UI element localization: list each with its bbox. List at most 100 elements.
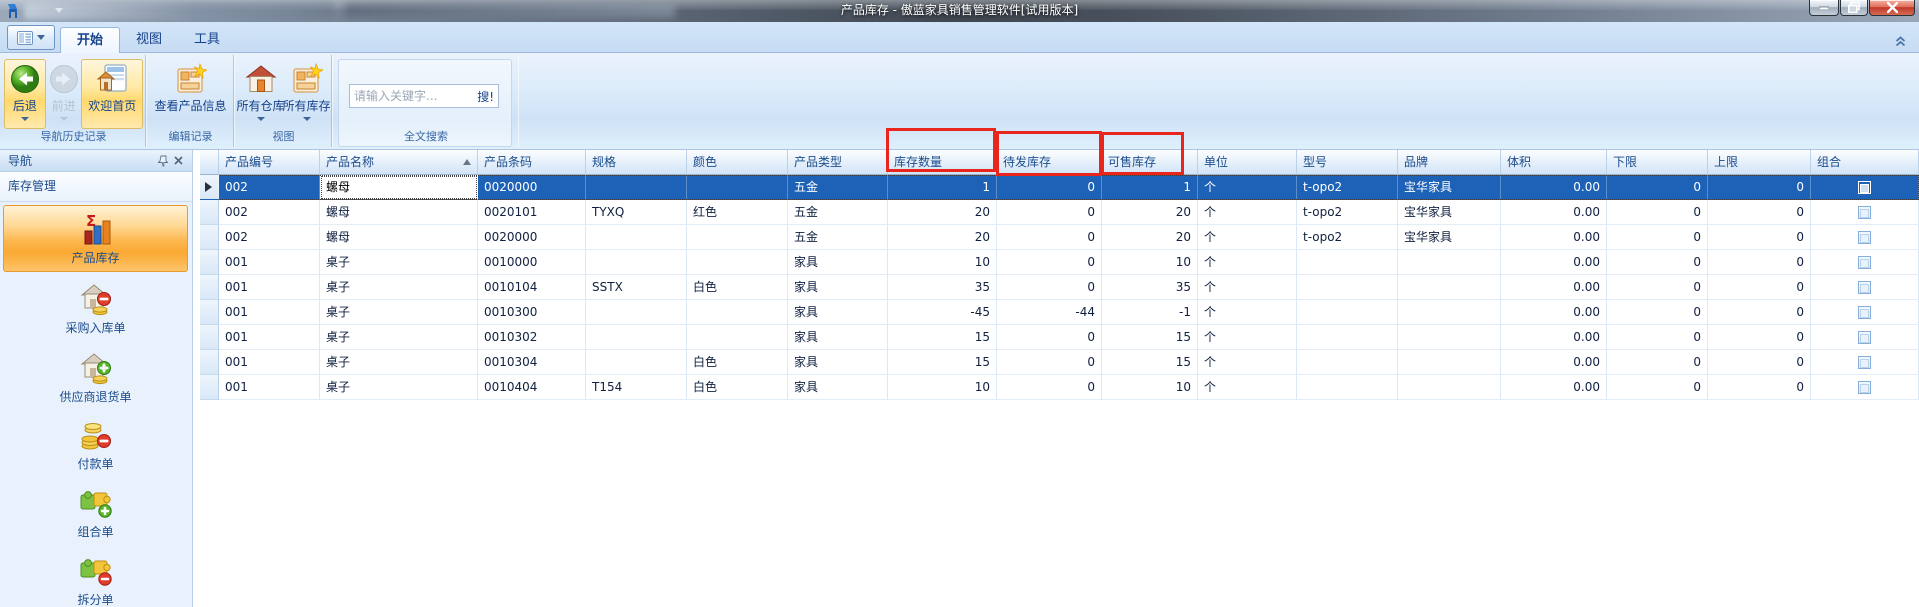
table-cell[interactable]: 家具 — [788, 250, 888, 275]
combo-checkbox[interactable] — [1858, 356, 1871, 369]
search-input[interactable] — [350, 89, 473, 103]
column-header-2[interactable]: 产品名称 — [320, 150, 478, 175]
sidebar-item-payment[interactable]: 付款单 — [3, 412, 188, 479]
table-cell[interactable]: 0.00 — [1501, 225, 1607, 250]
table-cell[interactable]: 35 — [888, 275, 997, 300]
table-cell[interactable] — [1297, 300, 1398, 325]
tab-tools[interactable]: 工具 — [178, 27, 236, 53]
column-header-16[interactable]: 组合 — [1811, 150, 1919, 175]
table-cell[interactable]: 宝华家具 — [1398, 200, 1501, 225]
table-cell[interactable] — [586, 325, 687, 350]
table-cell[interactable] — [1297, 375, 1398, 400]
table-cell[interactable]: t-opo2 — [1297, 225, 1398, 250]
table-cell[interactable]: 螺母 — [320, 225, 478, 250]
table-cell[interactable]: 0.00 — [1501, 300, 1607, 325]
table-cell[interactable]: 0020101 — [478, 200, 586, 225]
table-cell[interactable]: -1 — [1102, 300, 1198, 325]
table-cell[interactable]: 个 — [1198, 375, 1297, 400]
table-cell[interactable]: 001 — [219, 275, 320, 300]
sidebar-item-product-stock[interactable]: Σ 产品库存 — [3, 205, 188, 272]
table-cell[interactable]: 0.00 — [1501, 350, 1607, 375]
table-cell[interactable]: 0 — [997, 325, 1102, 350]
tab-view[interactable]: 视图 — [120, 27, 178, 53]
table-cell[interactable]: t-opo2 — [1297, 175, 1398, 200]
table-cell[interactable]: 桌子 — [320, 250, 478, 275]
table-cell[interactable]: 个 — [1198, 200, 1297, 225]
table-cell[interactable]: 002 — [219, 225, 320, 250]
table-cell[interactable]: 家具 — [788, 275, 888, 300]
table-cell[interactable]: 个 — [1198, 300, 1297, 325]
table-cell[interactable]: 15 — [1102, 325, 1198, 350]
table-cell[interactable] — [1398, 350, 1501, 375]
table-cell[interactable] — [687, 175, 788, 200]
column-header-14[interactable]: 下限 — [1607, 150, 1708, 175]
table-cell[interactable]: 0 — [1607, 375, 1708, 400]
table-cell[interactable]: 白色 — [687, 375, 788, 400]
table-cell[interactable]: 个 — [1198, 225, 1297, 250]
table-cell[interactable]: 桌子 — [320, 350, 478, 375]
table-cell[interactable]: 0 — [1708, 300, 1811, 325]
table-cell[interactable]: 0 — [1708, 375, 1811, 400]
sidebar-section-inventory-management[interactable]: 库存管理 — [0, 172, 192, 202]
table-cell[interactable]: 个 — [1198, 325, 1297, 350]
welcome-home-button[interactable]: 欢迎首页 — [81, 59, 143, 129]
table-cell[interactable]: 1 — [1102, 175, 1198, 200]
table-row[interactable]: 001桌子0010000家具10010个0.0000 — [200, 250, 1919, 275]
column-header-5[interactable]: 颜色 — [687, 150, 788, 175]
combo-checkbox[interactable] — [1858, 306, 1871, 319]
table-cell[interactable]: 002 — [219, 200, 320, 225]
table-cell[interactable]: 001 — [219, 300, 320, 325]
back-button[interactable]: 后退 — [4, 59, 46, 129]
table-cell[interactable]: 0.00 — [1501, 250, 1607, 275]
table-cell[interactable]: 0 — [1708, 225, 1811, 250]
table-cell[interactable]: 0 — [1607, 225, 1708, 250]
table-cell[interactable]: 桌子 — [320, 325, 478, 350]
table-row[interactable]: 001桌子0010104SSTX白色家具35035个0.0000 — [200, 275, 1919, 300]
table-cell[interactable]: 10 — [1102, 375, 1198, 400]
column-header-9[interactable]: 可售库存 — [1102, 150, 1198, 175]
table-cell[interactable]: 15 — [888, 350, 997, 375]
table-cell[interactable]: 0 — [1607, 350, 1708, 375]
table-cell[interactable]: 螺母 — [320, 175, 478, 200]
table-cell[interactable] — [586, 300, 687, 325]
table-cell[interactable]: 0.00 — [1501, 275, 1607, 300]
table-cell[interactable]: 0 — [1708, 350, 1811, 375]
table-cell[interactable]: 桌子 — [320, 375, 478, 400]
table-cell[interactable]: T154 — [586, 375, 687, 400]
table-cell[interactable]: 0 — [1607, 175, 1708, 200]
sidebar-item-combine-order[interactable]: 组合单 — [3, 480, 188, 547]
table-cell[interactable]: 0 — [1607, 325, 1708, 350]
search-go-button[interactable]: 搜! — [473, 88, 498, 105]
combo-checkbox[interactable] — [1858, 331, 1871, 344]
column-header-6[interactable]: 产品类型 — [788, 150, 888, 175]
column-header-15[interactable]: 上限 — [1708, 150, 1811, 175]
table-cell[interactable]: 0 — [997, 200, 1102, 225]
table-cell[interactable]: 个 — [1198, 250, 1297, 275]
minimize-button[interactable] — [1809, 0, 1839, 16]
table-cell[interactable]: TYXQ — [586, 200, 687, 225]
table-cell[interactable]: 家具 — [788, 375, 888, 400]
table-cell[interactable]: 0010000 — [478, 250, 586, 275]
table-cell[interactable]: 0.00 — [1501, 375, 1607, 400]
table-row[interactable]: 001桌子0010304白色家具15015个0.0000 — [200, 350, 1919, 375]
table-cell[interactable] — [586, 250, 687, 275]
table-cell[interactable]: 宝华家具 — [1398, 175, 1501, 200]
table-cell[interactable]: 10 — [1102, 250, 1198, 275]
combo-checkbox[interactable] — [1858, 231, 1871, 244]
table-cell[interactable]: 0020000 — [478, 225, 586, 250]
table-cell[interactable]: 0 — [1708, 250, 1811, 275]
table-cell[interactable]: 20 — [888, 200, 997, 225]
sidebar-close-icon[interactable] — [170, 153, 186, 169]
table-cell[interactable]: 0 — [1607, 300, 1708, 325]
table-cell[interactable]: 白色 — [687, 350, 788, 375]
table-cell[interactable]: 0.00 — [1501, 325, 1607, 350]
table-cell[interactable] — [687, 300, 788, 325]
table-cell[interactable]: 家具 — [788, 350, 888, 375]
table-cell[interactable]: 0.00 — [1501, 200, 1607, 225]
column-header-11[interactable]: 型号 — [1297, 150, 1398, 175]
column-header-3[interactable]: 产品条码 — [478, 150, 586, 175]
table-cell[interactable]: 白色 — [687, 275, 788, 300]
table-cell[interactable] — [1297, 250, 1398, 275]
table-row[interactable]: 002螺母0020000五金101个t-opo2宝华家具0.0000 — [200, 175, 1919, 200]
table-cell[interactable]: 0010300 — [478, 300, 586, 325]
